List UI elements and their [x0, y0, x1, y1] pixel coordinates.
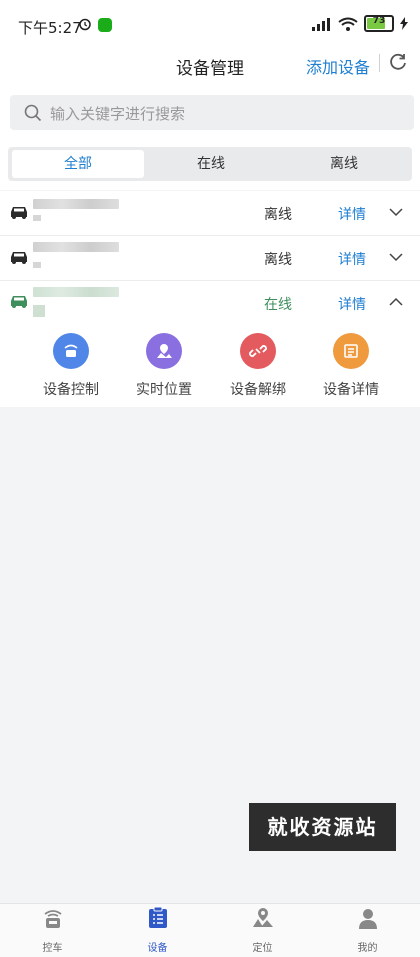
device-detail-icon[interactable]	[333, 333, 369, 369]
bottom-nav-label: 我的	[357, 943, 378, 954]
refresh-icon[interactable]	[388, 52, 408, 72]
device-status: 离线	[264, 252, 292, 268]
action-label[interactable]: 设备解绑	[213, 379, 303, 399]
device-name-redacted	[33, 199, 119, 209]
chevron-down-icon[interactable]	[389, 205, 403, 219]
device-status: 在线	[264, 297, 292, 313]
signal-icon	[312, 17, 330, 31]
bottom-nav-item-device[interactable]: 设备	[105, 906, 210, 954]
device-id-redacted	[33, 305, 45, 317]
car-control-icon	[43, 910, 62, 928]
wifi-icon	[338, 17, 358, 31]
chevron-up-icon[interactable]	[389, 295, 403, 309]
bottom-nav-item-location[interactable]: 定位	[210, 906, 315, 954]
car-icon	[11, 207, 27, 219]
realtime-location-icon[interactable]	[146, 333, 182, 369]
device-name-redacted	[33, 242, 119, 252]
wechat-icon	[98, 18, 112, 32]
location-icon	[252, 908, 273, 927]
tab-online[interactable]: 在线	[144, 150, 278, 178]
header-divider	[379, 54, 380, 72]
device-status: 离线	[264, 207, 292, 223]
status-icons: 73	[310, 15, 408, 32]
action-label[interactable]: 设备控制	[26, 379, 116, 399]
watermark: 就收资源站	[249, 803, 396, 851]
chevron-down-icon[interactable]	[389, 250, 403, 264]
device-list-icon	[148, 906, 167, 928]
status-time: 下午5:27	[18, 19, 82, 37]
tab-offline[interactable]: 离线	[278, 150, 410, 178]
bottom-nav-label: 控车	[42, 943, 63, 954]
device-control-icon[interactable]	[53, 333, 89, 369]
bottom-nav-label: 定位	[252, 943, 273, 954]
device-id-redacted	[33, 262, 41, 268]
bottom-nav-label: 设备	[147, 943, 168, 954]
action-label[interactable]: 设备详情	[306, 379, 396, 399]
action-label[interactable]: 实时位置	[119, 379, 209, 399]
car-icon	[11, 296, 27, 308]
device-detail-link[interactable]: 详情	[338, 249, 366, 269]
add-device-button[interactable]: 添加设备	[306, 54, 370, 78]
bottom-nav-item-profile[interactable]: 我的	[315, 906, 420, 954]
profile-icon	[358, 909, 377, 929]
device-detail-link[interactable]: 详情	[338, 294, 366, 314]
device-detail-link[interactable]: 详情	[338, 204, 366, 224]
car-icon	[11, 252, 27, 264]
alarm-icon	[79, 18, 91, 31]
battery-level: 73	[372, 16, 386, 26]
search-input[interactable]	[48, 97, 392, 131]
search-icon	[24, 104, 42, 122]
charging-icon	[400, 17, 408, 30]
unbind-icon[interactable]	[240, 333, 276, 369]
battery-icon: 73	[364, 15, 394, 32]
device-name-redacted	[33, 287, 119, 297]
tab-all[interactable]: 全部	[12, 150, 144, 178]
bottom-nav-item-car-control[interactable]: 控车	[0, 906, 105, 954]
device-id-redacted	[33, 215, 41, 221]
